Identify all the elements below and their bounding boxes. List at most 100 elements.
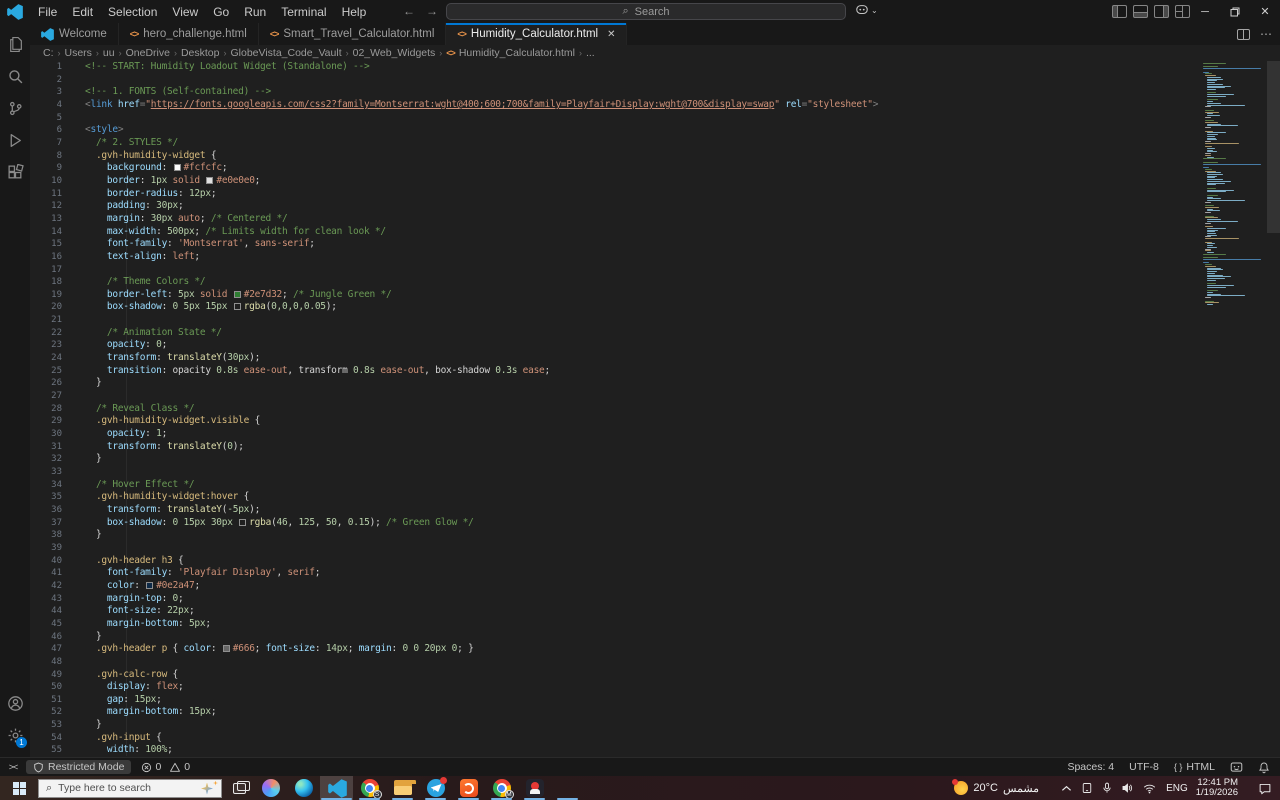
- code-line-28[interactable]: 28 /* Reveal Class */: [30, 403, 1280, 416]
- code-line-8[interactable]: 8 .gvh-humidity-widget {: [30, 150, 1280, 163]
- code-line-40[interactable]: 40 .gvh-header h3 {: [30, 555, 1280, 568]
- code-line-38[interactable]: 38 }: [30, 529, 1280, 542]
- nav-back-button[interactable]: ←: [403, 4, 415, 18]
- command-center-search[interactable]: ⌕ Search: [446, 3, 846, 20]
- code-line-3[interactable]: 3 <!-- 1. FONTS (Self-contained) -->: [30, 86, 1280, 99]
- taskbar-search-box[interactable]: ⌕ Type here to search: [38, 778, 222, 798]
- feedback-icon[interactable]: [1230, 761, 1243, 774]
- menu-selection[interactable]: Selection: [101, 3, 164, 21]
- notifications-bell-icon[interactable]: [1258, 761, 1270, 774]
- code-line-50[interactable]: 50 display: flex;: [30, 681, 1280, 694]
- extensions-icon[interactable]: [0, 156, 30, 188]
- breadcrumb-item[interactable]: Humidity_Calculator.html: [459, 47, 575, 59]
- code-line-49[interactable]: 49 .gvh-calc-row {: [30, 669, 1280, 682]
- code-line-53[interactable]: 53 }: [30, 719, 1280, 732]
- code-line-18[interactable]: 18 /* Theme Colors */: [30, 276, 1280, 289]
- breadcrumb-item[interactable]: 02_Web_Widgets: [353, 47, 436, 59]
- tray-chevron-up-icon[interactable]: [1061, 784, 1072, 793]
- code-line-13[interactable]: 13 margin: 30px auto; /* Centered */: [30, 213, 1280, 226]
- code-line-37[interactable]: 37 box-shadow: 0 15px 30px rgba(46, 125,…: [30, 517, 1280, 530]
- code-line-33[interactable]: 33: [30, 466, 1280, 479]
- run-debug-icon[interactable]: [0, 124, 30, 156]
- speaker-icon[interactable]: [1121, 782, 1134, 794]
- remote-indicator[interactable]: ><: [0, 762, 26, 772]
- toggle-secondary-sidebar-icon[interactable]: [1154, 5, 1169, 18]
- code-line-14[interactable]: 14 max-width: 500px; /* Limits width for…: [30, 226, 1280, 239]
- accounts-icon[interactable]: [0, 687, 30, 719]
- taskbar-app-orange-utility[interactable]: [452, 776, 485, 800]
- tab-humidity-calculator-html[interactable]: <> Humidity_Calculator.html ✕: [446, 23, 628, 45]
- settings-gear-icon[interactable]: 1: [0, 719, 30, 751]
- language-mode-indicator[interactable]: { } HTML: [1174, 761, 1215, 773]
- taskbar-app-chrome-profile-m[interactable]: M: [485, 776, 518, 800]
- microphone-icon[interactable]: [1102, 782, 1112, 794]
- code-line-39[interactable]: 39: [30, 542, 1280, 555]
- code-line-27[interactable]: 27: [30, 390, 1280, 403]
- editor-scrollbar[interactable]: [1267, 61, 1280, 233]
- menu-run[interactable]: Run: [237, 3, 273, 21]
- code-line-26[interactable]: 26 }: [30, 377, 1280, 390]
- action-center-button[interactable]: [1252, 782, 1278, 795]
- code-line-34[interactable]: 34 /* Hover Effect */: [30, 479, 1280, 492]
- taskbar-app-file-explorer[interactable]: [386, 776, 419, 800]
- code-line-24[interactable]: 24 transform: translateY(30px);: [30, 352, 1280, 365]
- code-line-35[interactable]: 35 .gvh-humidity-widget:hover {: [30, 491, 1280, 504]
- search-sidebar-icon[interactable]: [0, 60, 30, 92]
- breadcrumb-item[interactable]: OneDrive: [126, 47, 170, 59]
- taskbar-app-copilot[interactable]: [254, 776, 287, 800]
- code-line-45[interactable]: 45 margin-bottom: 5px;: [30, 618, 1280, 631]
- minimap[interactable]: [1203, 63, 1265, 306]
- menu-view[interactable]: View: [165, 3, 205, 21]
- close-button[interactable]: ✕: [1250, 0, 1280, 23]
- task-view-button[interactable]: [224, 776, 254, 800]
- problems-indicator[interactable]: 0 0: [141, 761, 190, 773]
- code-line-32[interactable]: 32 }: [30, 453, 1280, 466]
- code-line-48[interactable]: 48: [30, 656, 1280, 669]
- code-line-2[interactable]: 2: [30, 74, 1280, 87]
- toggle-panel-icon[interactable]: [1133, 5, 1148, 18]
- nav-forward-button[interactable]: →: [426, 4, 438, 18]
- code-line-12[interactable]: 12 padding: 30px;: [30, 200, 1280, 213]
- weather-widget[interactable]: 20°C مشمس: [952, 779, 1039, 795]
- taskbar-app-chrome-profile-s[interactable]: S: [353, 776, 386, 800]
- code-line-41[interactable]: 41 font-family: 'Playfair Display', seri…: [30, 567, 1280, 580]
- taskbar-app-edge[interactable]: [287, 776, 320, 800]
- code-line-43[interactable]: 43 margin-top: 0;: [30, 593, 1280, 606]
- menu-help[interactable]: Help: [335, 3, 374, 21]
- code-line-20[interactable]: 20 box-shadow: 0 5px 15px rgba(0,0,0,0.0…: [30, 301, 1280, 314]
- code-line-44[interactable]: 44 font-size: 22px;: [30, 605, 1280, 618]
- copilot-menu-button[interactable]: ⌄: [855, 3, 878, 17]
- tab-close-icon[interactable]: ✕: [607, 29, 615, 40]
- wifi-icon[interactable]: [1143, 783, 1156, 794]
- taskbar-app-vscode[interactable]: [320, 776, 353, 800]
- code-line-21[interactable]: 21: [30, 314, 1280, 327]
- breadcrumb-item[interactable]: Users: [65, 47, 92, 59]
- code-line-42[interactable]: 42 color: #0e2a47;: [30, 580, 1280, 593]
- restricted-mode-badge[interactable]: Restricted Mode: [26, 760, 132, 774]
- code-line-16[interactable]: 16 text-align: left;: [30, 251, 1280, 264]
- code-line-17[interactable]: 17: [30, 264, 1280, 277]
- code-line-7[interactable]: 7 /* 2. STYLES */: [30, 137, 1280, 150]
- input-language-indicator[interactable]: ENG: [1166, 783, 1188, 794]
- start-button[interactable]: [0, 776, 38, 800]
- code-line-23[interactable]: 23 opacity: 0;: [30, 339, 1280, 352]
- code-line-22[interactable]: 22 /* Animation State */: [30, 327, 1280, 340]
- source-control-icon[interactable]: [0, 92, 30, 124]
- code-line-54[interactable]: 54 .gvh-input {: [30, 732, 1280, 745]
- menu-go[interactable]: Go: [206, 3, 236, 21]
- code-line-1[interactable]: 1 <!-- START: Humidity Loadout Widget (St…: [30, 61, 1280, 74]
- code-line-9[interactable]: 9 background: #fcfcfc;: [30, 162, 1280, 175]
- customize-layout-icon[interactable]: [1175, 5, 1190, 18]
- tab-hero-challenge-html[interactable]: <> hero_challenge.html: [118, 23, 259, 45]
- taskbar-app-media-app-dark[interactable]: [518, 776, 551, 800]
- encoding-indicator[interactable]: UTF-8: [1129, 761, 1159, 773]
- indentation-indicator[interactable]: Spaces: 4: [1067, 761, 1114, 773]
- tab-welcome[interactable]: Welcome: [30, 23, 119, 45]
- breadcrumb-item[interactable]: C:: [43, 47, 54, 59]
- taskbar-app-telegram[interactable]: [419, 776, 452, 800]
- explorer-icon[interactable]: [0, 28, 30, 60]
- code-line-10[interactable]: 10 border: 1px solid #e0e0e0;: [30, 175, 1280, 188]
- code-line-4[interactable]: 4 <link href="https://fonts.googleapis.co…: [30, 99, 1280, 112]
- code-line-6[interactable]: 6 <style>: [30, 124, 1280, 137]
- code-line-52[interactable]: 52 margin-bottom: 15px;: [30, 706, 1280, 719]
